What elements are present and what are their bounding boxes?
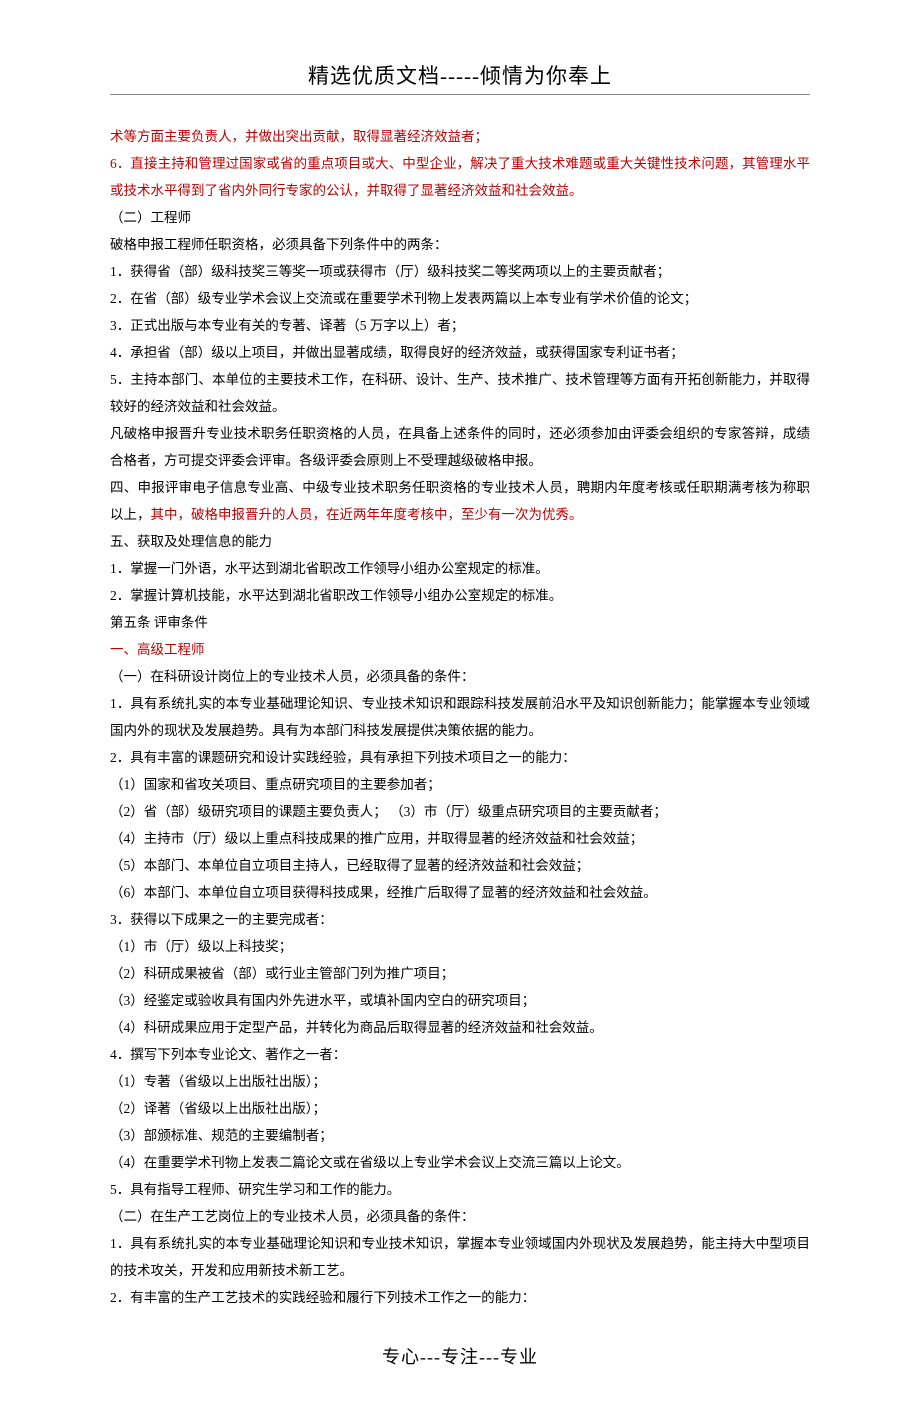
text-line: 2．有丰富的生产工艺技术的实践经验和履行下列技术工作之一的能力： xyxy=(110,1284,810,1311)
text-line: 1．掌握一门外语，水平达到湖北省职改工作领导小组办公室规定的标准。 xyxy=(110,555,810,582)
text-line: 凡破格申报晋升专业技术职务任职资格的人员，在具备上述条件的同时，还必须参加由评委… xyxy=(110,420,810,474)
text-line: （二）在生产工艺岗位上的专业技术人员，必须具备的条件： xyxy=(110,1203,810,1230)
text-line: 术等方面主要负责人，并做出突出贡献，取得显著经济效益者； xyxy=(110,123,810,150)
page-footer: 专心---专注---专业 xyxy=(110,1343,810,1369)
text-line: 1．获得省（部）级科技奖三等奖一项或获得市（厅）级科技奖二等奖两项以上的主要贡献… xyxy=(110,258,810,285)
text-line: （1）国家和省攻关项目、重点研究项目的主要参加者； xyxy=(110,771,810,798)
text-line: 一、高级工程师 xyxy=(110,636,810,663)
text-line: 2．掌握计算机技能，水平达到湖北省职改工作领导小组办公室规定的标准。 xyxy=(110,582,810,609)
text-line: 1．具有系统扎实的本专业基础理论知识和专业技术知识，掌握本专业领域国内外现状及发… xyxy=(110,1230,810,1284)
document-page: 精选优质文档-----倾情为你奉上 术等方面主要负责人，并做出突出贡献，取得显著… xyxy=(0,0,920,1409)
page-header: 精选优质文档-----倾情为你奉上 xyxy=(110,60,810,90)
document-content: 术等方面主要负责人，并做出突出贡献，取得显著经济效益者；6．直接主持和管理过国家… xyxy=(110,123,810,1311)
text-line: （二）工程师 xyxy=(110,204,810,231)
text-line: 6．直接主持和管理过国家或省的重点项目或大、中型企业，解决了重大技术难题或重大关… xyxy=(110,150,810,204)
text-line: 2．在省（部）级专业学术会议上交流或在重要学术刊物上发表两篇以上本专业有学术价值… xyxy=(110,285,810,312)
text-line: 1．具有系统扎实的本专业基础理论知识、专业技术知识和跟踪科技发展前沿水平及知识创… xyxy=(110,690,810,744)
text-line: 破格申报工程师任职资格，必须具备下列条件中的两条： xyxy=(110,231,810,258)
text-line: （6）本部门、本单位自立项目获得科技成果，经推广后取得了显著的经济效益和社会效益… xyxy=(110,879,810,906)
text-line: 5．主持本部门、本单位的主要技术工作，在科研、设计、生产、技术推广、技术管理等方… xyxy=(110,366,810,420)
text-line: （4）科研成果应用于定型产品，并转化为商品后取得显著的经济效益和社会效益。 xyxy=(110,1014,810,1041)
text-line: （1）专著（省级以上出版社出版）； xyxy=(110,1068,810,1095)
text-line: 3．正式出版与本专业有关的专著、译著（5 万字以上）者； xyxy=(110,312,810,339)
header-rule xyxy=(110,94,810,95)
text-line: （1）市（厅）级以上科技奖； xyxy=(110,933,810,960)
text-line: （4）主持市（厅）级以上重点科技成果的推广应用，并取得显著的经济效益和社会效益； xyxy=(110,825,810,852)
text-line: 五、获取及处理信息的能力 xyxy=(110,528,810,555)
text-line: 第五条 评审条件 xyxy=(110,609,810,636)
text-span-red: 其中，破格申报晋升的人员，在近两年年度考核中，至少有一次为优秀。 xyxy=(151,507,583,522)
text-line: 3．获得以下成果之一的主要完成者： xyxy=(110,906,810,933)
text-line: 四、申报评审电子信息专业高、中级专业技术职务任职资格的专业技术人员，聘期内年度考… xyxy=(110,474,810,528)
text-line: （4）在重要学术刊物上发表二篇论文或在省级以上专业学术会议上交流三篇以上论文。 xyxy=(110,1149,810,1176)
text-line: （2）省（部）级研究项目的课题主要负责人； （3）市（厅）级重点研究项目的主要贡… xyxy=(110,798,810,825)
text-line: 4．承担省（部）级以上项目，并做出显著成绩，取得良好的经济效益，或获得国家专利证… xyxy=(110,339,810,366)
text-line: （2）科研成果被省（部）或行业主管部门列为推广项目； xyxy=(110,960,810,987)
text-line: （3）部颁标准、规范的主要编制者； xyxy=(110,1122,810,1149)
text-line: （一）在科研设计岗位上的专业技术人员，必须具备的条件： xyxy=(110,663,810,690)
text-line: 4．撰写下列本专业论文、著作之一者： xyxy=(110,1041,810,1068)
text-line: 2．具有丰富的课题研究和设计实践经验，具有承担下列技术项目之一的能力： xyxy=(110,744,810,771)
text-line: （2）译著（省级以上出版社出版）； xyxy=(110,1095,810,1122)
text-line: （3）经鉴定或验收具有国内外先进水平，或填补国内空白的研究项目； xyxy=(110,987,810,1014)
text-line: （5）本部门、本单位自立项目主持人，已经取得了显著的经济效益和社会效益； xyxy=(110,852,810,879)
text-line: 5．具有指导工程师、研究生学习和工作的能力。 xyxy=(110,1176,810,1203)
